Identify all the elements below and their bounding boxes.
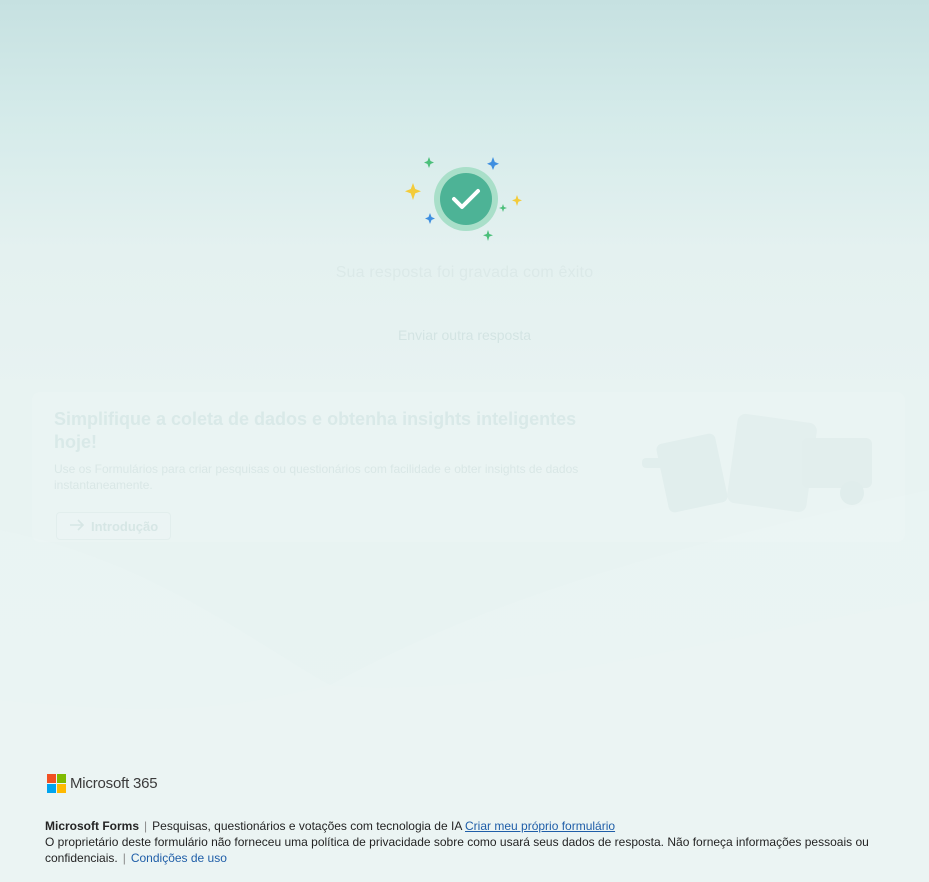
brand-text: Microsoft 365	[70, 775, 158, 792]
footer: Microsoft Forms | Pesquisas, questionários…	[45, 818, 895, 866]
create-own-form-link[interactable]: Criar meu próprio formulário	[465, 819, 615, 833]
terms-of-use-link[interactable]: Condições de uso	[131, 851, 227, 865]
get-started-label: Introdução	[91, 518, 159, 534]
arrow-right-icon	[69, 518, 85, 534]
separator: |	[144, 819, 148, 833]
microsoft-logo-icon	[47, 774, 66, 793]
get-started-button[interactable]: Introdução	[56, 512, 172, 540]
footer-product: Microsoft Forms	[45, 819, 140, 833]
promo-description: Use os Formulários para criar pesquisas …	[54, 462, 579, 492]
footer-tagline: Pesquisas, questionários e votações com …	[152, 819, 462, 833]
forms-illustration	[642, 413, 872, 513]
microsoft-365-brand: Microsoft 365	[47, 774, 158, 793]
footer-line-2: O proprietário deste formulário não forn…	[45, 834, 895, 866]
separator: |	[122, 851, 126, 865]
success-checkmark-icon	[405, 157, 522, 241]
submit-another-response-link[interactable]: Enviar outra resposta	[0, 327, 929, 343]
footer-line-1: Microsoft Forms | Pesquisas, questionários…	[45, 818, 895, 834]
promo-title: Simplifique a coleta de dados e obtenha …	[54, 409, 577, 452]
success-message: Sua resposta foi gravada com êxito	[335, 264, 594, 281]
promo-card: Simplifique a coleta de dados e obtenha …	[32, 392, 905, 542]
